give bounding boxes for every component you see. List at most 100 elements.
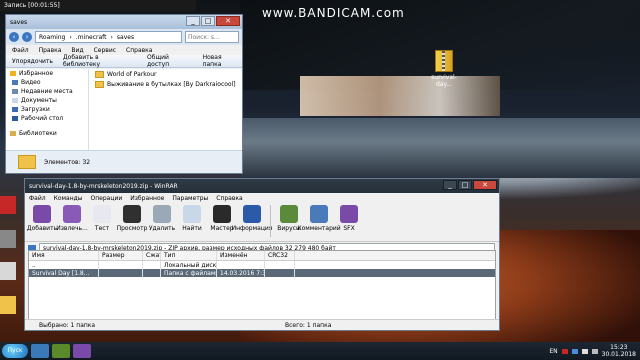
item-count: Элементов: 32: [44, 158, 91, 166]
minecraft-taskbar-icon[interactable]: [52, 344, 70, 358]
desktop-icon[interactable]: [0, 230, 16, 248]
close-button[interactable]: ✕: [216, 16, 240, 26]
tray-icon[interactable]: [561, 348, 568, 354]
toolbar-button-extract[interactable]: Извлечь...: [56, 203, 88, 232]
desktop-file-label: survival-day...: [431, 74, 457, 88]
toolbar-button-find[interactable]: Найти: [178, 203, 206, 232]
menu-help[interactable]: Справка: [216, 195, 242, 202]
folder-icon: [18, 155, 36, 169]
downloads-icon: [12, 107, 18, 112]
add-to-library-button[interactable]: Добавить в библиотеку: [63, 54, 137, 68]
winrar-menu: Файл Команды Операции Избранное Параметр…: [25, 193, 499, 203]
maximize-button[interactable]: □: [201, 16, 215, 26]
breadcrumb[interactable]: Roaming: [39, 34, 65, 41]
list-item[interactable]: World of Parkour: [89, 69, 242, 79]
toolbar-button-label: Просмотр: [116, 225, 148, 232]
nav-item-video[interactable]: Видео: [6, 78, 88, 87]
column-size[interactable]: Размер: [99, 251, 143, 260]
forward-arrow-icon[interactable]: ›: [22, 32, 32, 42]
toolbar-button-info[interactable]: Информация: [232, 203, 272, 232]
menu-tools[interactable]: Сервис: [94, 47, 116, 54]
find-icon: [183, 205, 201, 223]
toolbar-button-add[interactable]: Добавить: [27, 203, 57, 232]
toolbar-button-sfx[interactable]: SFX: [335, 203, 363, 232]
nav-item-documents[interactable]: Документы: [6, 96, 88, 105]
clock-date: 30.01.2018: [601, 351, 636, 358]
column-modified[interactable]: Изменён: [217, 251, 265, 260]
column-type[interactable]: Тип: [161, 251, 217, 260]
add-icon: [33, 205, 51, 223]
menu-commands[interactable]: Команды: [54, 195, 83, 202]
toolbar-button-label: Найти: [182, 225, 202, 232]
toolbar-separator: [270, 205, 271, 237]
menu-edit[interactable]: Правка: [39, 47, 62, 54]
favorites-group[interactable]: Избранное: [6, 69, 88, 78]
list-item[interactable]: Выживание в бутылках [By Darkraiocool]: [89, 79, 242, 89]
clock[interactable]: 15:23 30.01.2018: [602, 344, 636, 358]
column-crc[interactable]: CRC32: [265, 251, 295, 260]
zip-icon: [435, 50, 453, 72]
column-name[interactable]: Имя: [29, 251, 99, 260]
menu-file[interactable]: Файл: [29, 195, 46, 202]
nav-item-desktop[interactable]: Рабочий стол: [6, 114, 88, 123]
tray-icon[interactable]: [571, 348, 578, 354]
taskbar: Пуск EN 15:23 30.01.2018: [0, 342, 640, 360]
toolbar-button-comment[interactable]: Комментарий: [297, 203, 341, 232]
total-status: Всего: 1 папка: [285, 321, 332, 329]
toolbar-button-delete[interactable]: Удалить: [148, 203, 176, 232]
file-list: World of Parkour Выживание в бутылках [B…: [89, 69, 242, 151]
volume-icon[interactable]: [591, 348, 598, 354]
search-input[interactable]: Поиск: s...: [185, 31, 239, 43]
toolbar-button-label: Тест: [94, 225, 110, 232]
libraries-group[interactable]: Библиотеки: [6, 129, 88, 138]
maximize-button[interactable]: □: [458, 180, 472, 190]
list-header: Имя Размер Сжат Тип Изменён CRC32: [29, 251, 495, 261]
menu-options[interactable]: Параметры: [172, 195, 208, 202]
new-folder-button[interactable]: Новая папка: [203, 54, 242, 68]
menu-file[interactable]: Файл: [12, 47, 29, 54]
share-button[interactable]: Общий доступ: [147, 54, 193, 68]
address-field[interactable]: Roaming › .minecraft › saves: [35, 31, 182, 43]
toolbar-button-test[interactable]: Тест: [88, 203, 116, 232]
coastal-town: [300, 76, 500, 116]
menu-help[interactable]: Справка: [126, 47, 152, 54]
minimize-button[interactable]: _: [443, 180, 457, 190]
menu-view[interactable]: Вид: [71, 47, 83, 54]
explorer-taskbar-icon[interactable]: [31, 344, 49, 358]
menu-favorites[interactable]: Избранное: [130, 195, 164, 202]
column-packed[interactable]: Сжат: [143, 251, 161, 260]
nav-item-recent[interactable]: Недавние места: [6, 87, 88, 96]
winrar-titlebar[interactable]: survival-day-1.8-by-mrskeleton2019.zip -…: [25, 179, 499, 193]
virus-scan-icon: [280, 205, 298, 223]
close-button[interactable]: ✕: [473, 180, 497, 190]
explorer-titlebar[interactable]: saves _ □ ✕: [6, 15, 242, 29]
back-arrow-icon[interactable]: ‹: [9, 32, 19, 42]
breadcrumb[interactable]: .minecraft: [76, 34, 107, 41]
desktop-zip-file[interactable]: survival-day...: [424, 50, 464, 88]
table-row-selected[interactable]: Survival Day [1.8... Папка с файлами 14.…: [29, 269, 495, 277]
toolbar-button-label: Извлечь...: [56, 225, 88, 232]
desktop-folder-icon[interactable]: [0, 296, 16, 314]
organize-button[interactable]: Упорядочить: [12, 58, 53, 65]
language-indicator[interactable]: EN: [549, 348, 557, 355]
wizard-icon: [213, 205, 231, 223]
winrar-taskbar-icon[interactable]: [73, 344, 91, 358]
documents-icon: [12, 98, 18, 103]
selection-status: Выбрано: 1 папка: [39, 321, 96, 329]
desktop-icon[interactable]: [0, 196, 16, 214]
network-icon[interactable]: [581, 348, 588, 354]
winrar-title: survival-day-1.8-by-mrskeleton2019.zip -…: [29, 182, 178, 190]
minimize-button[interactable]: _: [186, 16, 200, 26]
desktop-icon[interactable]: [0, 262, 16, 280]
comment-icon: [310, 205, 328, 223]
breadcrumb[interactable]: saves: [117, 34, 134, 41]
start-button[interactable]: Пуск: [2, 344, 28, 358]
recording-label: Запись [00:01:55]: [4, 2, 60, 9]
explorer-title: saves: [10, 18, 28, 26]
table-row[interactable]: .. Локальный диск: [29, 261, 495, 269]
menu-operations[interactable]: Операции: [91, 195, 123, 202]
toolbar-button-label: Мастер: [210, 225, 234, 232]
toolbar-button-view[interactable]: Просмотр: [116, 203, 148, 232]
archive-file-list: Имя Размер Сжат Тип Изменён CRC32 .. Лок…: [28, 250, 496, 322]
nav-item-downloads[interactable]: Загрузки: [6, 105, 88, 114]
